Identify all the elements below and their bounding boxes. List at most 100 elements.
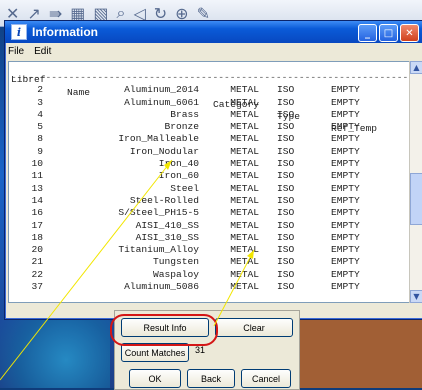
- cell-ref-temp: EMPTY: [331, 121, 360, 133]
- result-info-button[interactable]: Result Info: [121, 318, 209, 337]
- cell-type: ISO: [277, 158, 295, 170]
- cell-category: METAL: [230, 170, 259, 182]
- table-row: 22 Waspaloy METAL ISO EMPTY: [9, 269, 409, 281]
- scroll-thumb[interactable]: [410, 173, 422, 225]
- info-icon: i: [11, 24, 27, 40]
- cell-name: AISI_410_SS: [135, 219, 199, 231]
- table-row: 37 Aluminum_5086 METAL ISO EMPTY: [9, 281, 409, 293]
- cell-name: Bronze: [164, 121, 199, 133]
- cell-name: Titanium_Alloy: [118, 244, 199, 256]
- cell-type: ISO: [277, 182, 295, 194]
- table-row: 4 Brass METAL ISO EMPTY: [9, 109, 409, 121]
- window-titlebar[interactable]: i Information _ □ ✕: [5, 21, 422, 43]
- cell-ref-temp: EMPTY: [331, 268, 360, 280]
- cell-ref-temp: EMPTY: [331, 182, 360, 194]
- table-row: 20 Titanium_Alloy METAL ISO EMPTY: [9, 244, 409, 256]
- cell-libref: 18: [31, 231, 43, 243]
- clear-button[interactable]: Clear: [215, 318, 293, 337]
- cell-type: ISO: [277, 219, 295, 231]
- cell-name: Aluminum_2014: [124, 84, 199, 96]
- table-row: 18 AISI_310_SS METAL ISO EMPTY: [9, 232, 409, 244]
- cell-type: ISO: [277, 121, 295, 133]
- table-row: 2 Aluminum_2014 METAL ISO EMPTY: [9, 84, 409, 96]
- cell-ref-temp: EMPTY: [331, 133, 360, 145]
- table-row: 16 S/Steel_PH15-5 METAL ISO EMPTY: [9, 207, 409, 219]
- scroll-up-icon[interactable]: ▲: [410, 61, 422, 74]
- vertical-scrollbar[interactable]: ▲ ▼: [409, 61, 422, 303]
- scroll-down-icon[interactable]: ▼: [410, 290, 422, 303]
- cell-name: Iron_Malleable: [118, 133, 199, 145]
- cell-libref: 3: [37, 96, 43, 108]
- cell-ref-temp: EMPTY: [331, 158, 360, 170]
- count-matches-button[interactable]: Count Matches: [121, 343, 189, 362]
- cell-libref: 11: [31, 170, 43, 182]
- information-window: i Information _ □ ✕ File Edit Libref Nam…: [4, 20, 422, 320]
- cell-category: METAL: [230, 182, 259, 194]
- cell-category: METAL: [230, 207, 259, 219]
- cell-name: Steel-Rolled: [129, 194, 199, 206]
- cell-libref: 13: [31, 182, 43, 194]
- window-controls: _ □ ✕: [358, 24, 419, 42]
- cell-category: METAL: [230, 281, 259, 293]
- cell-type: ISO: [277, 256, 295, 268]
- cell-libref: 17: [31, 219, 43, 231]
- table-row: 14 Steel-Rolled METAL ISO EMPTY: [9, 195, 409, 207]
- cell-name: AISI_310_SS: [135, 231, 199, 243]
- table-row: 11 Iron_60 METAL ISO EMPTY: [9, 170, 409, 182]
- cell-type: ISO: [277, 231, 295, 243]
- table-header: Libref Name Category Type Ref_Temp: [9, 62, 409, 134]
- cell-type: ISO: [277, 170, 295, 182]
- cancel-button[interactable]: Cancel: [241, 369, 291, 388]
- cell-type: ISO: [277, 244, 295, 256]
- cell-category: METAL: [230, 256, 259, 268]
- cell-ref-temp: EMPTY: [331, 256, 360, 268]
- table-row: 13 Steel METAL ISO EMPTY: [9, 183, 409, 195]
- cell-libref: 5: [37, 121, 43, 133]
- cell-type: ISO: [277, 281, 295, 293]
- menu-bar: File Edit: [5, 43, 422, 59]
- cell-category: METAL: [230, 96, 259, 108]
- cell-libref: 37: [31, 281, 43, 293]
- cell-name: S/Steel_PH15-5: [118, 207, 199, 219]
- cell-libref: 8: [37, 133, 43, 145]
- close-button[interactable]: ✕: [400, 24, 419, 42]
- cell-category: METAL: [230, 84, 259, 96]
- window-title: Information: [32, 25, 98, 39]
- back-button[interactable]: Back: [187, 369, 235, 388]
- cell-category: METAL: [230, 194, 259, 206]
- cell-ref-temp: EMPTY: [331, 207, 360, 219]
- cell-ref-temp: EMPTY: [331, 194, 360, 206]
- cell-type: ISO: [277, 108, 295, 120]
- cell-libref: 14: [31, 194, 43, 206]
- cell-category: METAL: [230, 121, 259, 133]
- table-body: 2 Aluminum_2014 METAL ISO EMPTY 3 Aluminum_606…: [9, 84, 409, 293]
- cell-ref-temp: EMPTY: [331, 219, 360, 231]
- table-row: 9 Iron_Nodular METAL ISO EMPTY: [9, 146, 409, 158]
- ok-button[interactable]: OK: [129, 369, 181, 388]
- cell-libref: 22: [31, 268, 43, 280]
- cell-ref-temp: EMPTY: [331, 145, 360, 157]
- cell-ref-temp: EMPTY: [331, 281, 360, 293]
- table-row: 21 Tungsten METAL ISO EMPTY: [9, 256, 409, 268]
- cell-ref-temp: EMPTY: [331, 170, 360, 182]
- cell-libref: 16: [31, 207, 43, 219]
- info-text-area[interactable]: Libref Name Category Type Ref_Temp -----…: [8, 61, 410, 303]
- menu-file[interactable]: File: [8, 46, 24, 57]
- table-row: 10 Iron_40 METAL ISO EMPTY: [9, 158, 409, 170]
- cell-name: Iron_40: [158, 158, 199, 170]
- cell-name: Tungsten: [152, 256, 199, 268]
- cell-ref-temp: EMPTY: [331, 244, 360, 256]
- dialog-button-panel: Result Info Clear Count Matches 31 OK Ba…: [114, 310, 300, 390]
- maximize-button[interactable]: □: [379, 24, 398, 42]
- menu-edit[interactable]: Edit: [34, 46, 51, 57]
- cell-ref-temp: EMPTY: [331, 96, 360, 108]
- cell-name: Iron_60: [158, 170, 199, 182]
- cell-category: METAL: [230, 145, 259, 157]
- cell-name: Aluminum_5086: [124, 281, 199, 293]
- cell-type: ISO: [277, 268, 295, 280]
- minimize-button[interactable]: _: [358, 24, 377, 42]
- match-count: 31: [195, 345, 206, 355]
- cell-type: ISO: [277, 96, 295, 108]
- cell-libref: 10: [31, 158, 43, 170]
- cell-type: ISO: [277, 145, 295, 157]
